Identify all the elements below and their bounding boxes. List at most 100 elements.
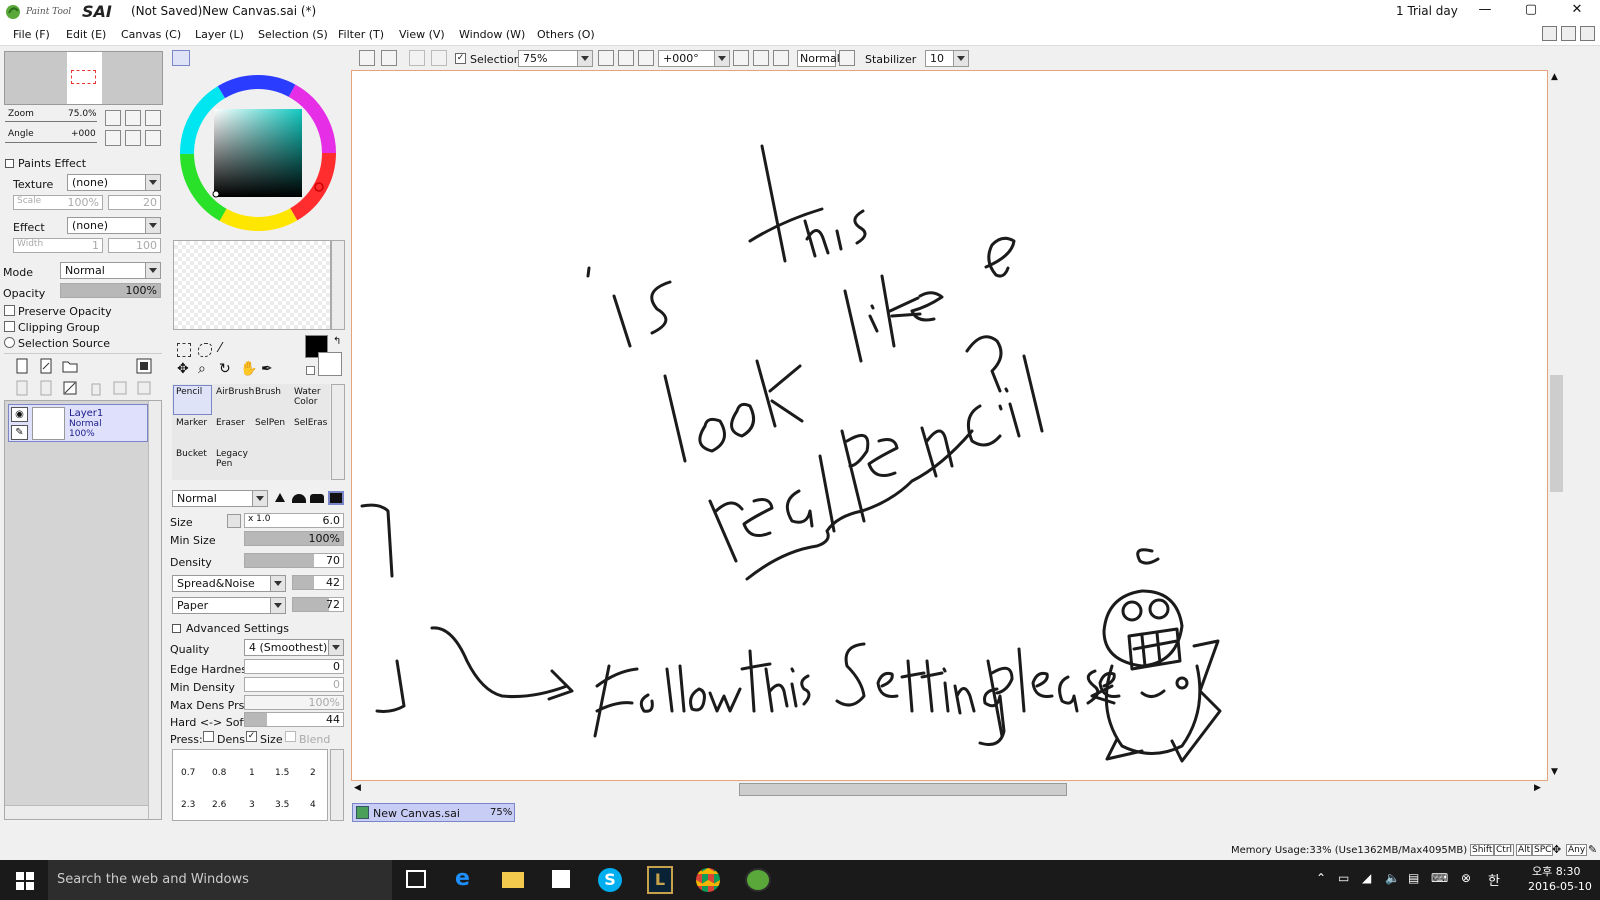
rect-select-icon[interactable] <box>177 343 191 357</box>
merge-down-icon[interactable] <box>38 380 54 396</box>
zoom-in-button[interactable] <box>125 110 141 126</box>
layer-mask-icon[interactable] <box>136 358 152 374</box>
clipping-group-checkbox[interactable] <box>4 321 15 332</box>
brush-shape-selector[interactable] <box>272 489 346 507</box>
brush-shape-icon[interactable] <box>328 491 344 505</box>
flip-view-icon[interactable] <box>839 50 855 66</box>
brush-blend-select[interactable]: Normal <box>172 490 268 507</box>
scratchpad-tab[interactable] <box>282 50 300 66</box>
color-wheel-tab[interactable] <box>172 50 190 66</box>
zoom-in-icon[interactable] <box>618 50 634 66</box>
brush-preset[interactable]: 2.3 <box>181 800 195 810</box>
deselect-icon[interactable] <box>409 50 425 66</box>
stabilizer-select[interactable]: 10 <box>925 50 969 67</box>
zoom-select[interactable]: 75% <box>518 50 593 67</box>
max-dens-slider[interactable]: 100% <box>244 695 344 710</box>
brush-selpen[interactable]: SelPen <box>252 416 291 446</box>
brush-preset[interactable]: 0.7 <box>181 768 195 778</box>
scroll-right-icon[interactable]: ▶ <box>1534 783 1541 793</box>
layer-list-hscrollbar[interactable] <box>5 805 148 819</box>
angle-slider[interactable] <box>5 142 97 143</box>
battery-icon[interactable]: ▭ <box>1338 871 1349 885</box>
size-range-dropdown[interactable] <box>227 514 241 528</box>
brush-preset[interactable]: 3.5 <box>275 800 289 810</box>
move-icon[interactable]: ✥ <box>177 361 189 377</box>
press-dens-checkbox[interactable] <box>203 731 214 742</box>
angle-select[interactable]: +000° <box>658 50 730 67</box>
paper-strength-slider[interactable]: 72 <box>292 597 344 612</box>
lasso-icon[interactable] <box>198 343 212 357</box>
zoom-out-icon[interactable] <box>598 50 614 66</box>
brush-preset[interactable]: 0.8 <box>212 768 226 778</box>
rotate-left-button[interactable] <box>105 130 121 146</box>
min-size-slider[interactable]: 100% <box>244 531 344 546</box>
rotate-right-button[interactable] <box>125 130 141 146</box>
canvas-tab[interactable]: New Canvas.sai 75% <box>352 803 515 822</box>
brush-preset[interactable]: 2 <box>310 768 316 778</box>
zoom-out-button[interactable] <box>105 110 121 126</box>
zoom-reset-icon[interactable] <box>638 50 654 66</box>
maximize-button[interactable]: ▢ <box>1508 0 1554 22</box>
taskbar-search-box[interactable]: Search the web and Windows <box>48 860 392 900</box>
scroll-up-icon[interactable]: ▲ <box>1551 72 1558 82</box>
league-of-legends-icon[interactable]: L <box>647 866 673 894</box>
rotate-reset-icon[interactable] <box>773 50 789 66</box>
brush-legacy-pen[interactable]: Legacy Pen <box>213 447 252 477</box>
color-wheel[interactable] <box>178 73 338 233</box>
layer-mode-select[interactable]: Normal <box>60 262 161 279</box>
copy-layer-icon[interactable] <box>14 380 30 396</box>
rotate-ccw-icon[interactable] <box>733 50 749 66</box>
mdi-close-icon[interactable] <box>1580 26 1595 41</box>
zoom-reset-button[interactable] <box>145 110 161 126</box>
keyboard-icon[interactable]: ⌨ <box>1431 871 1448 885</box>
rotate-reset-button[interactable] <box>145 130 161 146</box>
collapse-icon[interactable] <box>5 159 14 168</box>
flatten-icon[interactable] <box>136 380 152 396</box>
canvas-horizontal-scrollbar[interactable]: ◀ ▶ <box>351 781 1548 798</box>
file-explorer-icon[interactable] <box>502 872 524 888</box>
brush-presets-scrollbar[interactable] <box>330 749 344 821</box>
invert-selection-icon[interactable] <box>431 50 447 66</box>
selection-checkbox[interactable]: ✓ <box>455 53 466 64</box>
drawing-canvas[interactable] <box>351 70 1548 781</box>
brush-bucket[interactable]: Bucket <box>173 447 212 477</box>
navigator-preview[interactable] <box>4 51 163 105</box>
swatches-tab[interactable] <box>260 50 278 66</box>
press-blend-checkbox[interactable] <box>285 731 296 742</box>
brush-watercolor[interactable]: Water Color <box>291 385 330 415</box>
menu-others[interactable]: Others (O) <box>537 28 595 41</box>
chrome-icon[interactable] <box>696 868 720 892</box>
brush-marker[interactable]: Marker <box>173 416 212 446</box>
rotate-cw-icon[interactable] <box>753 50 769 66</box>
menu-view[interactable]: View (V) <box>399 28 445 41</box>
minimize-button[interactable]: — <box>1462 0 1508 22</box>
layer-row[interactable]: ◉ ✎ Layer1 Normal 100% <box>8 404 148 442</box>
vertical-scroll-thumb[interactable] <box>1550 375 1563 492</box>
press-size-checkbox[interactable]: ✓ <box>246 731 257 742</box>
min-density-slider[interactable]: 0 <box>244 677 344 692</box>
rotate-tool-icon[interactable]: ↻ <box>219 361 231 377</box>
menu-canvas[interactable]: Canvas (C) <box>121 28 181 41</box>
magic-wand-icon[interactable]: ⁄ <box>219 341 221 356</box>
brush-preset[interactable]: 1.5 <box>275 768 289 778</box>
brush-shape-icon[interactable] <box>275 493 285 502</box>
rgb-slider-tab[interactable] <box>194 50 212 66</box>
collapse-icon[interactable] <box>172 624 181 633</box>
edge-hardness-slider[interactable]: 0 <box>244 659 344 674</box>
edge-browser-icon[interactable]: e <box>455 866 470 891</box>
undo-icon[interactable] <box>359 50 375 66</box>
quality-select[interactable]: 4 (Smoothest) <box>244 639 344 656</box>
texture-strength-slider[interactable]: 20 <box>108 195 161 210</box>
clock-time[interactable]: 오후 8:30 <box>1532 863 1580 879</box>
hard-soft-slider[interactable]: 44 <box>244 712 344 727</box>
menu-file[interactable]: File (F) <box>13 28 50 41</box>
scratchpad-scrollbar[interactable] <box>331 240 345 330</box>
layer-opacity-slider[interactable]: 100% <box>60 283 161 298</box>
hand-icon[interactable]: ✋ <box>240 361 257 377</box>
new-folder-icon[interactable] <box>62 358 78 374</box>
mdi-restore-icon[interactable] <box>1561 26 1576 41</box>
menu-layer[interactable]: Layer (L) <box>195 28 244 41</box>
horizontal-scroll-thumb[interactable] <box>739 783 1067 796</box>
new-linework-layer-icon[interactable] <box>38 358 54 374</box>
background-color[interactable] <box>318 352 342 376</box>
